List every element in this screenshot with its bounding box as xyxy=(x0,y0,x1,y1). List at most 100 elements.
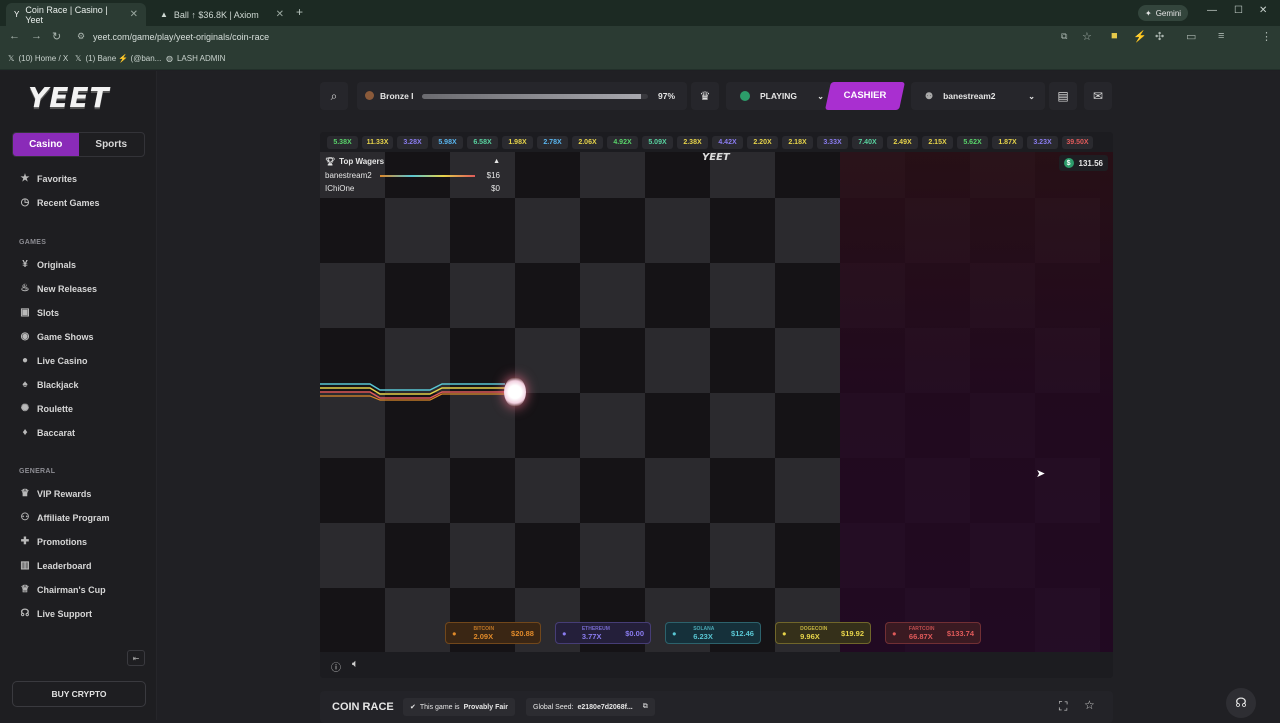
media-icon[interactable]: ≡ xyxy=(1218,30,1224,42)
vip-button[interactable]: ♛ xyxy=(691,82,719,110)
inbox-icon: ▤ xyxy=(1057,89,1069,103)
sidebar-item-leaderboard[interactable]: ▥ Leaderboard xyxy=(20,560,91,571)
sidebar-item-label: Slots xyxy=(37,307,60,318)
track-glow xyxy=(840,152,1113,652)
race-track[interactable]: 🏆︎ Top Wagers ▲ banestream2 $16 IChiOne … xyxy=(320,152,1113,652)
live-support-button[interactable]: ☊ xyxy=(1226,688,1256,718)
close-window-icon[interactable]: ✕ xyxy=(1259,5,1267,16)
copy-icon[interactable]: ⧉ xyxy=(643,703,648,711)
cashier-button[interactable]: CASHIER xyxy=(825,82,905,110)
reload-icon[interactable]: ↻ xyxy=(52,30,61,43)
new-tab-icon[interactable]: + xyxy=(296,5,303,19)
game-logo: YEET xyxy=(702,152,730,163)
wager-amount: $16 xyxy=(486,171,500,180)
chat-button[interactable]: ✉ xyxy=(1084,82,1112,110)
seed-value: e2180e7d2068f... xyxy=(577,703,633,711)
multiplier-chip: 2.38X xyxy=(677,135,708,149)
runner-solana[interactable]: ● SOLANA 6.23X $12.46 xyxy=(665,622,761,644)
playing-currency-dropdown[interactable]: PLAYING ⌄ xyxy=(726,82,832,110)
gift-icon: ✚ xyxy=(20,536,30,547)
history-icon: ◷ xyxy=(20,197,30,208)
track-tile xyxy=(710,328,775,393)
yeet-logo[interactable]: YEET xyxy=(28,81,110,114)
sidebar-item-label: Favorites xyxy=(37,173,78,184)
sidepanel-icon[interactable]: ▭ xyxy=(1186,30,1196,43)
tab-casino[interactable]: Casino xyxy=(13,133,79,156)
sidebar-item-baccarat[interactable]: ♦ Baccarat xyxy=(20,427,75,438)
bookmark-item[interactable]: 𝕏 (10) Home / X xyxy=(8,54,68,63)
extension-icon[interactable]: ■ xyxy=(1111,30,1118,42)
address-bar[interactable]: yeet.com/game/play/yeet-originals/coin-r… xyxy=(93,32,269,42)
dollar-icon: $ xyxy=(1063,158,1074,168)
browser-tab[interactable]: ▲ Ball ↑ $36.8K | Axiom ✕ xyxy=(152,3,292,26)
gemini-button[interactable]: ✦ Gemini xyxy=(1138,5,1189,21)
user-menu[interactable]: ⚉ banestream2 ⌄ xyxy=(911,82,1045,110)
runner-ethereum[interactable]: ● ETHEREUM 3.77X $0.00 xyxy=(555,622,651,644)
close-tab-icon[interactable]: ✕ xyxy=(276,9,284,20)
back-icon[interactable]: ← xyxy=(9,30,20,42)
sidebar-item-live-support[interactable]: ☊ Live Support xyxy=(20,608,92,619)
track-tile xyxy=(580,393,645,458)
sound-icon[interactable]: 🔈︎ xyxy=(352,658,359,671)
bookmarks-bar: 𝕏 (10) Home / X 𝕏 (1) Bane ⚡ (@ban... ◍ LAS… xyxy=(0,50,1280,70)
sidebar-item-new-releases[interactable]: ♨ New Releases xyxy=(20,283,98,294)
runner-bitcoin[interactable]: ● BITCOIN 2.09X $20.88 xyxy=(445,622,541,644)
currency-icon xyxy=(740,91,750,101)
extension-bolt-icon[interactable]: ⚡ xyxy=(1133,30,1147,43)
sidebar-item-label: Originals xyxy=(37,259,77,270)
track-tile xyxy=(385,198,450,263)
runner-dogecoin[interactable]: ● DOGECOIN 9.96X $19.92 xyxy=(775,622,871,644)
sidebar-item-roulette[interactable]: ✺ Roulette xyxy=(20,403,73,414)
sidebar-item-originals[interactable]: ¥ Originals xyxy=(20,259,76,270)
favorite-star-icon[interactable]: ☆ xyxy=(1084,698,1095,712)
maximize-icon[interactable]: ☐ xyxy=(1234,5,1243,16)
sidebar-item-recent-games[interactable]: ◷ Recent Games xyxy=(20,197,100,208)
fullscreen-icon[interactable]: ⛶ xyxy=(1059,699,1067,714)
notifications-button[interactable]: ▤ xyxy=(1049,82,1077,110)
search-button[interactable]: ⌕ xyxy=(320,82,348,110)
multiplier-chip: 11.33X xyxy=(362,135,393,149)
game-info-bar: COIN RACE ✔ This game is Provably Fair G… xyxy=(320,691,1113,723)
provably-fair-badge[interactable]: ✔ This game is Provably Fair xyxy=(403,698,515,716)
extensions-puzzle-icon[interactable]: ✣ xyxy=(1155,30,1164,43)
runner-multiplier: 3.77X xyxy=(581,632,602,641)
track-tile xyxy=(450,523,515,588)
tab-sports[interactable]: Sports xyxy=(79,133,145,156)
info-icon[interactable]: ⓘ xyxy=(331,659,341,674)
bronze-rank-icon xyxy=(365,91,374,100)
menu-icon[interactable]: ⋮ xyxy=(1261,30,1272,43)
sidebar-item-promotions[interactable]: ✚ Promotions xyxy=(20,536,87,547)
runner-amount: $133.74 xyxy=(946,628,974,638)
install-icon[interactable]: ⧉ xyxy=(1061,31,1067,42)
browser-tab-active[interactable]: Y Coin Race | Casino | Yeet ✕ xyxy=(6,3,146,26)
bookmark-item[interactable]: ◍ LASH ADMIN xyxy=(166,54,225,63)
forward-icon[interactable]: → xyxy=(31,30,42,42)
collapse-sidebar-button[interactable]: ⇤ xyxy=(127,650,145,666)
collapse-wagers-icon[interactable]: ▲ xyxy=(493,158,500,165)
track-tile xyxy=(385,588,450,652)
track-tile xyxy=(515,263,580,328)
close-tab-icon[interactable]: ✕ xyxy=(130,9,138,20)
game-panel: 5.38X 11.33X 3.28X 5.98X 6.58X 1.98X 2.78X 2.06… xyxy=(320,132,1113,678)
multiplier-chip: 2.49X xyxy=(887,135,918,149)
sidebar-item-affiliate-program[interactable]: ⚇ Affiliate Program xyxy=(20,512,110,523)
runner-fartcoin[interactable]: ● FARTCOIN 66.87X $133.74 xyxy=(885,622,981,644)
runner-name: BITCOIN 2.09X xyxy=(474,625,495,641)
buy-crypto-button[interactable]: BUY CRYPTO xyxy=(12,681,146,707)
track-tile xyxy=(450,263,515,328)
site-info-icon[interactable]: ⚙ xyxy=(77,31,85,42)
bookmark-item[interactable]: 𝕏 (1) Bane ⚡ (@ban... xyxy=(75,54,161,63)
balance-value: 131.56 xyxy=(1078,158,1103,168)
sidebar-item-blackjack[interactable]: ♠ Blackjack xyxy=(20,379,78,390)
minimize-icon[interactable]: — xyxy=(1207,5,1217,16)
sidebar-item-slots[interactable]: ▣ Slots xyxy=(20,307,59,318)
sidebar-item-vip-rewards[interactable]: ♛ VIP Rewards xyxy=(20,488,92,499)
bookmark-star-icon[interactable]: ☆ xyxy=(1082,30,1092,43)
sidebar-item-label: Live Support xyxy=(37,608,93,619)
sidebar-item-live-casino[interactable]: ● Live Casino xyxy=(20,355,88,366)
sidebar-item-game-shows[interactable]: ◉ Game Shows xyxy=(20,331,94,342)
sidebar-item-chairmans-cup[interactable]: ♕ Chairman's Cup xyxy=(20,584,106,595)
rank-progress[interactable]: Bronze I 97% xyxy=(357,82,687,110)
axiom-favicon-icon: ▲ xyxy=(160,10,168,19)
sidebar-item-favorites[interactable]: ★ Favorites xyxy=(20,173,78,184)
